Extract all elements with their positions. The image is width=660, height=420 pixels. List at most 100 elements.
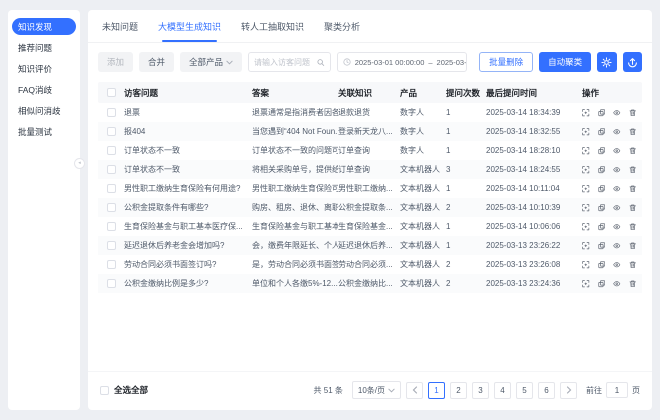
delete-icon[interactable] <box>629 260 637 270</box>
locate-icon[interactable] <box>582 222 590 232</box>
row-checkbox[interactable] <box>107 127 116 136</box>
tab-cluster-analysis[interactable]: 聚类分析 <box>324 20 360 42</box>
sidebar-item-similar-question-disambiguation[interactable]: 相似问消歧 <box>12 102 76 119</box>
cell-actions <box>582 279 642 289</box>
search-icon[interactable] <box>317 58 325 67</box>
select-all-pages-checkbox[interactable] <box>100 386 109 395</box>
select-all-header-checkbox[interactable] <box>107 88 116 97</box>
view-icon[interactable] <box>613 241 621 251</box>
view-icon[interactable] <box>613 165 621 175</box>
copy-icon[interactable] <box>598 260 606 270</box>
locate-icon[interactable] <box>582 184 590 194</box>
cell-question: 订单状态不一致 <box>124 145 252 156</box>
search-input[interactable] <box>254 58 313 67</box>
cell-answer: 会，缴费年限延长、个人... <box>252 240 338 251</box>
row-checkbox[interactable] <box>107 241 116 250</box>
page-button-1[interactable]: 1 <box>428 382 445 399</box>
tab-manual-extracted-knowledge[interactable]: 转人工抽取知识 <box>241 20 304 42</box>
table-footer: 全选全部 共 51 条 10条/页 1 2 3 4 5 6 前往 页 <box>88 371 652 410</box>
cell-product: 文本机器人 <box>400 259 446 270</box>
batch-delete-button[interactable]: 批量删除 <box>479 52 533 72</box>
row-checkbox[interactable] <box>107 108 116 117</box>
cell-time: 2025-03-14 10:06:06 <box>486 222 582 231</box>
copy-icon[interactable] <box>598 241 606 251</box>
delete-icon[interactable] <box>629 241 637 251</box>
row-checkbox[interactable] <box>107 279 116 288</box>
delete-icon[interactable] <box>629 146 637 156</box>
view-icon[interactable] <box>613 146 621 156</box>
delete-icon[interactable] <box>629 184 637 194</box>
copy-icon[interactable] <box>598 108 606 118</box>
page-size-select[interactable]: 10条/页 <box>352 381 401 399</box>
auto-cluster-button[interactable]: 自动聚类 <box>539 52 591 72</box>
locate-icon[interactable] <box>582 127 590 137</box>
date-range-picker[interactable]: 2025-03-01 00:00:00 – 2025-03-17 23:59:5… <box>337 52 467 72</box>
header-time: 最后提问时间 <box>486 87 582 99</box>
delete-icon[interactable] <box>629 203 637 213</box>
locate-icon[interactable] <box>582 279 590 289</box>
sidebar-item-faq-disambiguation[interactable]: FAQ消歧 <box>12 81 76 98</box>
knowledge-table: 访客问题 答案 关联知识 产品 提问次数 最后提问时间 操作 退票 退票通常是指… <box>98 82 642 293</box>
copy-icon[interactable] <box>598 279 606 289</box>
row-checkbox[interactable] <box>107 222 116 231</box>
goto-page-input[interactable] <box>606 382 628 398</box>
copy-icon[interactable] <box>598 203 606 213</box>
next-page-button[interactable] <box>560 382 577 399</box>
add-button[interactable]: 添加 <box>98 52 133 72</box>
locate-icon[interactable] <box>582 241 590 251</box>
page-button-3[interactable]: 3 <box>472 382 489 399</box>
cell-actions <box>582 165 642 175</box>
sidebar-item-knowledge-discovery[interactable]: 知识发现 <box>12 18 76 35</box>
row-checkbox[interactable] <box>107 184 116 193</box>
delete-icon[interactable] <box>629 108 637 118</box>
view-icon[interactable] <box>613 184 621 194</box>
sidebar-item-knowledge-evaluation[interactable]: 知识评价 <box>12 60 76 77</box>
row-checkbox[interactable] <box>107 203 116 212</box>
page-button-5[interactable]: 5 <box>516 382 533 399</box>
cell-answer: 购房、租房、退休、离职... <box>252 202 338 213</box>
merge-button[interactable]: 合并 <box>139 52 174 72</box>
product-filter-select[interactable]: 全部产品 <box>180 52 242 72</box>
copy-icon[interactable] <box>598 184 606 194</box>
page-button-4[interactable]: 4 <box>494 382 511 399</box>
copy-icon[interactable] <box>598 222 606 232</box>
delete-icon[interactable] <box>629 279 637 289</box>
copy-icon[interactable] <box>598 146 606 156</box>
prev-page-button[interactable] <box>406 382 423 399</box>
header-count: 提问次数 <box>446 87 486 99</box>
copy-icon[interactable] <box>598 165 606 175</box>
tab-unknown-questions[interactable]: 未知问题 <box>102 20 138 42</box>
locate-icon[interactable] <box>582 203 590 213</box>
cell-question: 订单状态不一致 <box>124 164 252 175</box>
cell-product: 文本机器人 <box>400 202 446 213</box>
view-icon[interactable] <box>613 260 621 270</box>
row-checkbox[interactable] <box>107 260 116 269</box>
sidebar-item-batch-test[interactable]: 批量测试 <box>12 123 76 140</box>
cell-time: 2025-03-13 23:26:22 <box>486 241 582 250</box>
locate-icon[interactable] <box>582 165 590 175</box>
locate-icon[interactable] <box>582 146 590 156</box>
sidebar-item-recommended-questions[interactable]: 推荐问题 <box>12 39 76 56</box>
view-icon[interactable] <box>613 222 621 232</box>
view-icon[interactable] <box>613 279 621 289</box>
view-icon[interactable] <box>613 108 621 118</box>
export-button[interactable] <box>623 52 642 72</box>
sidebar-collapse-icon[interactable]: ◂ <box>74 158 85 169</box>
page-button-2[interactable]: 2 <box>450 382 467 399</box>
cell-time: 2025-03-14 18:34:39 <box>486 108 582 117</box>
copy-icon[interactable] <box>598 127 606 137</box>
view-icon[interactable] <box>613 127 621 137</box>
cell-time: 2025-03-14 10:11:04 <box>486 184 582 193</box>
locate-icon[interactable] <box>582 108 590 118</box>
tab-llm-generated-knowledge[interactable]: 大模型生成知识 <box>158 20 221 42</box>
row-checkbox[interactable] <box>107 165 116 174</box>
cluster-settings-button[interactable] <box>597 52 616 72</box>
cell-knowledge: 公积金提取条... <box>338 202 400 213</box>
view-icon[interactable] <box>613 203 621 213</box>
delete-icon[interactable] <box>629 127 637 137</box>
page-button-6[interactable]: 6 <box>538 382 555 399</box>
row-checkbox[interactable] <box>107 146 116 155</box>
locate-icon[interactable] <box>582 260 590 270</box>
delete-icon[interactable] <box>629 222 637 232</box>
delete-icon[interactable] <box>629 165 637 175</box>
